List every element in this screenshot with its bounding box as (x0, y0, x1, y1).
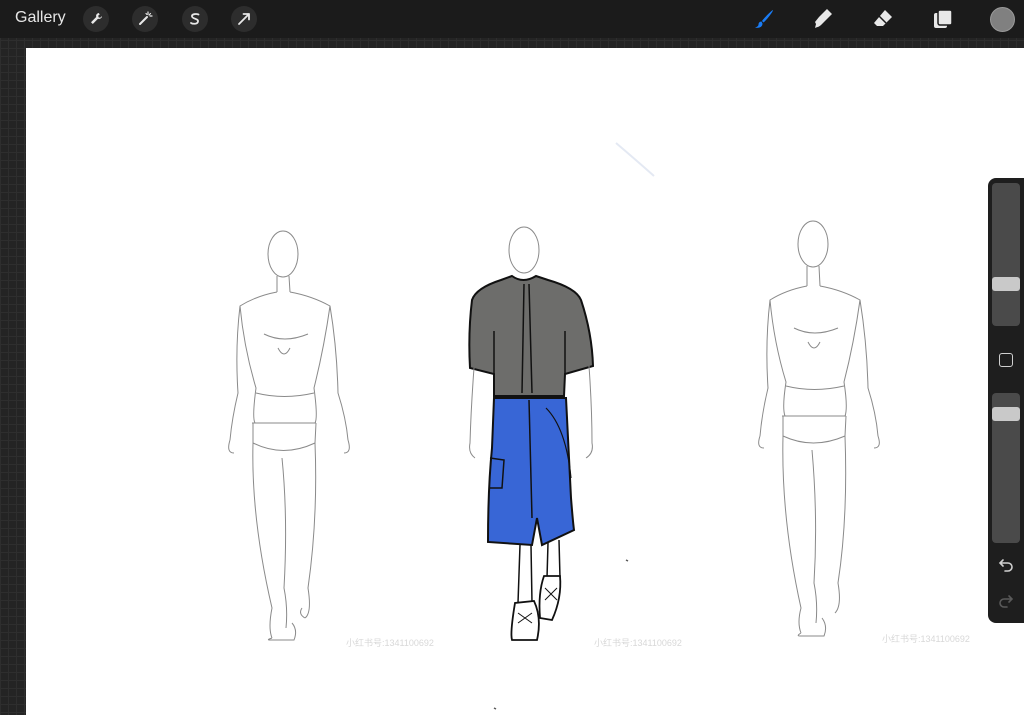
brush-icon (755, 10, 773, 28)
watermark-text: 小红书号:1341100692 (882, 634, 970, 644)
watermark-text: 小红书号:1341100692 (594, 638, 682, 648)
stray-stroke (615, 142, 655, 177)
transform-button[interactable] (231, 6, 257, 32)
sketch-artwork (228, 142, 880, 710)
wrench-icon (91, 13, 102, 24)
drawing-canvas[interactable]: 小红书号:1341100692 小红书号:1341100692 小红书号:134… (26, 48, 1024, 715)
layers-icon (934, 9, 953, 28)
redo-button[interactable] (996, 590, 1016, 610)
eraser-tool-button[interactable] (869, 5, 897, 33)
watermark-text: 小红书号:1341100692 (346, 638, 434, 648)
selection-button[interactable] (182, 6, 208, 32)
brush-size-thumb[interactable] (992, 277, 1020, 292)
brush-opacity-thumb[interactable] (992, 406, 1020, 421)
arrow-cursor-icon (238, 13, 250, 25)
actions-button[interactable] (83, 6, 109, 32)
selection-s-icon (190, 13, 200, 25)
redo-icon (999, 595, 1014, 608)
magic-wand-icon (139, 11, 153, 25)
dressed-figure-center (468, 226, 595, 641)
brush-tool-button[interactable] (750, 5, 778, 33)
smudge-icon (815, 9, 832, 28)
undo-button[interactable] (996, 554, 1016, 574)
brush-size-slider[interactable] (992, 183, 1020, 326)
layers-button[interactable] (929, 5, 957, 33)
croquis-figure-right (758, 220, 880, 637)
gallery-button[interactable]: Gallery (15, 9, 66, 27)
adjustments-button[interactable] (132, 6, 158, 32)
croquis-figure-left (228, 230, 350, 641)
modify-square-icon[interactable] (999, 353, 1013, 367)
brush-opacity-slider[interactable] (992, 393, 1020, 543)
eraser-icon (874, 10, 892, 26)
color-picker-button[interactable] (990, 7, 1015, 32)
undo-icon (998, 559, 1013, 572)
smudge-tool-button[interactable] (809, 5, 837, 33)
side-sliders-panel (988, 178, 1024, 623)
top-toolbar: Gallery (0, 0, 1024, 38)
